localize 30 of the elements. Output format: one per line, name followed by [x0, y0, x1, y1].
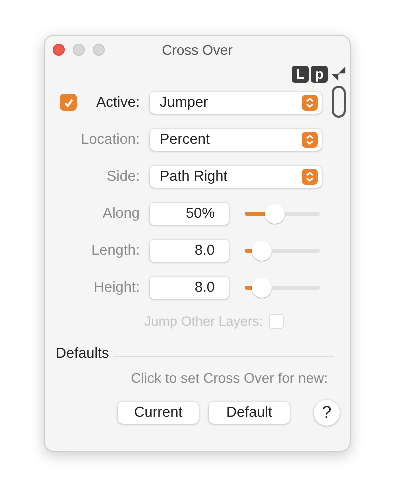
help-button[interactable]: ?	[314, 400, 340, 426]
section-heading: Defaults	[56, 346, 110, 362]
chevron-updown-icon	[302, 132, 318, 148]
popup-menu[interactable]: Path Right	[150, 166, 322, 188]
minimize-button[interactable]	[73, 44, 85, 56]
number-field[interactable]: 50%	[150, 202, 229, 224]
field-label: Along	[102, 206, 140, 222]
hint-text: Click to set Cross Over for new:	[130, 370, 329, 386]
popup-menu[interactable]: Jumper	[150, 92, 322, 114]
field-label: Active:	[96, 94, 140, 110]
logo-badge: p	[311, 66, 328, 82]
field-label: Location:	[81, 132, 140, 148]
window-title: Cross Over	[162, 42, 233, 58]
close-button[interactable]	[53, 44, 65, 56]
push-button[interactable]: Default	[209, 402, 290, 424]
field-label: Side:	[106, 168, 140, 184]
checkmark-icon	[62, 96, 74, 108]
field-label: Height:	[94, 280, 140, 296]
active-checkbox[interactable]	[60, 94, 77, 111]
number-field[interactable]: 8.0	[150, 240, 229, 262]
chevron-updown-icon	[302, 94, 318, 110]
chevron-updown-icon	[302, 168, 318, 184]
popup-menu[interactable]: Percent	[150, 128, 322, 150]
zoom-button[interactable]	[93, 44, 105, 56]
field-label: Length:	[92, 242, 140, 258]
logo-badge: L	[292, 66, 309, 82]
push-button[interactable]: Current	[118, 402, 199, 424]
number-field[interactable]: 8.0	[150, 276, 229, 298]
scroll-thumb[interactable]	[332, 86, 346, 118]
sparkle-icon	[332, 67, 346, 81]
